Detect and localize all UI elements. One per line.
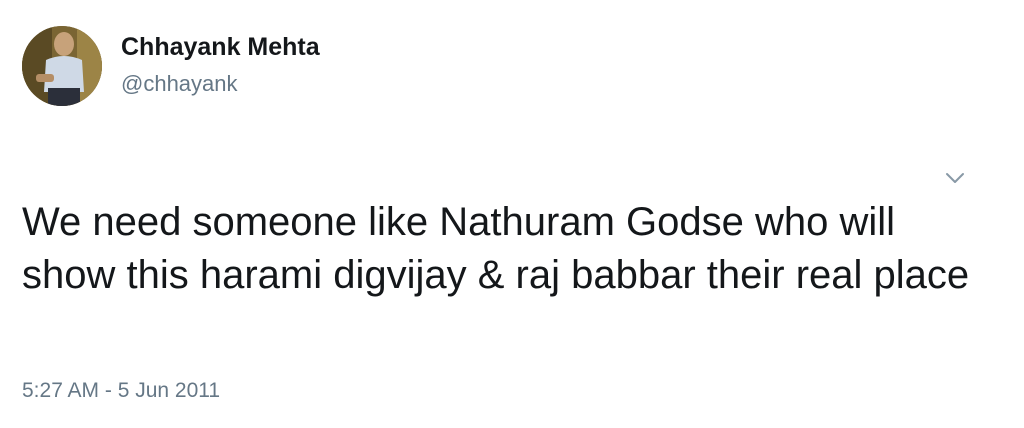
tweet-text: We need someone like Nathuram Godse who … — [22, 200, 970, 297]
tweet-card: Chhayank Mehta @chhayank We need someone… — [0, 0, 1024, 428]
user-handle[interactable]: @chhayank — [121, 70, 238, 98]
chevron-down-icon[interactable] — [942, 168, 968, 188]
display-name[interactable]: Chhayank Mehta — [121, 32, 320, 62]
avatar[interactable] — [22, 26, 102, 106]
tweet-timestamp[interactable]: 5:27 AM - 5 Jun 2011 — [22, 377, 220, 405]
